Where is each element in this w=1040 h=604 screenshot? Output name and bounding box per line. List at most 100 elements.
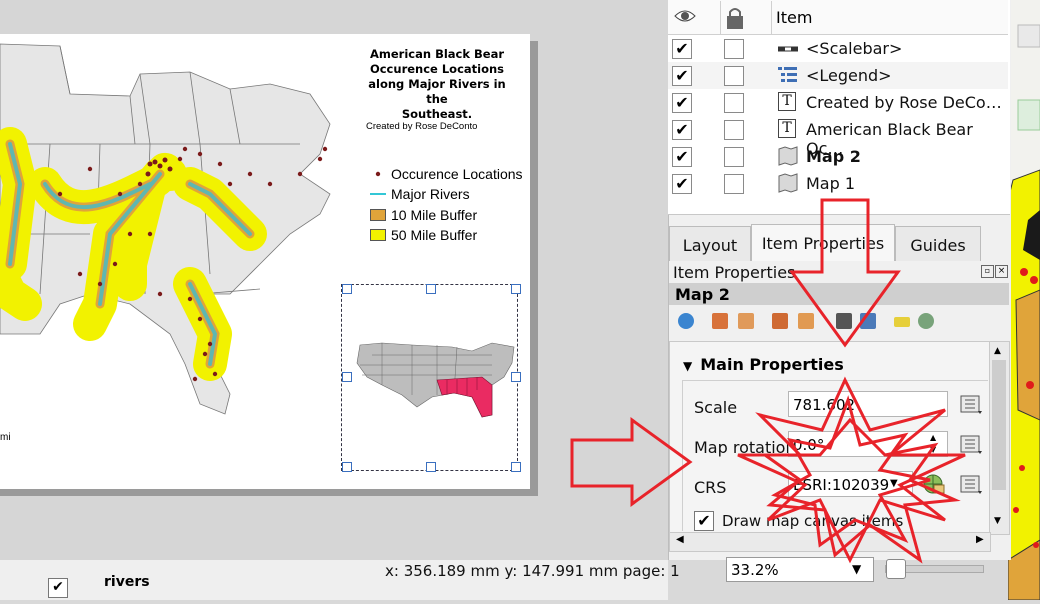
inset-map-frame[interactable]	[341, 284, 518, 471]
visibility-checkbox[interactable]: ✔	[672, 39, 692, 59]
map-title[interactable]: American Black Bear Occurence Locations …	[356, 47, 518, 122]
data-defined-override-icon[interactable]	[958, 431, 984, 457]
item-row-map-2[interactable]: ✔ Map 2	[668, 143, 1008, 170]
layer-label: rivers	[104, 574, 150, 590]
lock-checkbox[interactable]	[724, 120, 744, 140]
set-scale-icon[interactable]	[772, 313, 788, 329]
main-map-frame	[0, 34, 355, 454]
resize-handle[interactable]	[342, 462, 352, 472]
horizontal-scrollbar[interactable]: ◀ ▶	[669, 532, 991, 552]
spinner-arrows-icon[interactable]: ▲ ▼	[930, 432, 936, 456]
vertical-scrollbar[interactable]: ▲ ▼	[989, 341, 1010, 535]
text-icon: T	[778, 119, 796, 138]
scalebar-unit: mi	[0, 432, 11, 443]
legend-item-rivers: Major Rivers	[370, 184, 470, 204]
refresh-icon[interactable]	[678, 313, 694, 329]
us-inset-map	[356, 342, 515, 418]
chevron-down-icon[interactable]: ▼	[890, 478, 898, 489]
main-properties-header[interactable]: ▼ Main Properties	[683, 355, 844, 374]
legend-item-10mile: 10 Mile Buffer	[370, 205, 477, 225]
lock-checkbox[interactable]	[724, 174, 744, 194]
title-line-4: Southeast.	[401, 107, 473, 121]
chevron-down-icon[interactable]: ▼	[852, 562, 861, 576]
legend-item-occurrence: Occurence Locations	[370, 164, 523, 184]
legend-item-50mile: 50 Mile Buffer	[370, 225, 477, 245]
resize-handle[interactable]	[426, 284, 436, 294]
scale-input[interactable]: 781.602	[788, 391, 948, 417]
title-line-3: along Major Rivers in the	[368, 77, 506, 106]
legend-label: Occurence Locations	[391, 166, 523, 182]
item-row-scalebar[interactable]: ✔ <Scalebar>	[668, 35, 1008, 62]
resize-handle[interactable]	[511, 284, 521, 294]
scalebar-icon	[777, 41, 799, 60]
item-label: <Legend>	[806, 66, 892, 85]
visibility-checkbox[interactable]: ✔	[672, 66, 692, 86]
section-title: Main Properties	[700, 355, 844, 374]
legend-label: 50 Mile Buffer	[391, 227, 478, 243]
view-scale-icon[interactable]	[798, 313, 814, 329]
legend-icon	[778, 65, 798, 89]
item-label: Map 1	[806, 174, 856, 193]
text-icon: T	[778, 92, 796, 111]
title-line-1: American Black Bear	[370, 47, 504, 61]
data-defined-override-icon[interactable]	[958, 391, 984, 417]
legend-label: 10 Mile Buffer	[391, 207, 478, 223]
visibility-checkbox[interactable]: ✔	[672, 93, 692, 113]
bookmark-icon[interactable]	[836, 313, 852, 329]
item-row-title-text[interactable]: ✔ T American Black Bear Oc…	[668, 116, 1008, 158]
item-label: Created by Rose DeCo…	[806, 93, 1002, 112]
item-row-credit-text[interactable]: ✔ T Created by Rose DeCo…	[668, 89, 1008, 116]
resize-handle[interactable]	[426, 462, 436, 472]
close-icon[interactable]: ×	[995, 265, 1008, 278]
line-icon	[370, 188, 386, 200]
resize-handle[interactable]	[342, 284, 352, 294]
legend-label: Major Rivers	[391, 186, 470, 202]
move-content-icon[interactable]	[860, 313, 876, 329]
map-icon	[778, 146, 798, 170]
visibility-checkbox[interactable]: ✔	[672, 174, 692, 194]
collapse-arrow-icon[interactable]: ▼	[683, 359, 692, 373]
visibility-checkbox[interactable]: ✔	[672, 120, 692, 140]
lock-checkbox[interactable]	[724, 147, 744, 167]
zoom-slider-handle[interactable]	[886, 559, 906, 579]
tab-guides[interactable]: Guides	[895, 226, 981, 261]
lock-icon[interactable]	[726, 6, 744, 34]
title-line-2: Occurence Locations	[369, 62, 505, 76]
item-label: <Scalebar>	[806, 39, 903, 58]
scale-label: Scale	[694, 398, 738, 417]
view-extent-icon[interactable]	[738, 313, 754, 329]
data-defined-override-icon[interactable]	[958, 471, 984, 497]
map-rotation-label: Map rotation	[694, 438, 796, 457]
selected-item-name: Map 2	[675, 285, 730, 304]
visibility-checkbox[interactable]: ✔	[672, 147, 692, 167]
crs-label: CRS	[694, 478, 727, 497]
item-properties-title: Item Properties	[673, 263, 796, 282]
items-header: Item	[668, 0, 1008, 35]
lock-checkbox[interactable]	[724, 39, 744, 59]
tab-layout[interactable]: Layout	[669, 226, 751, 261]
draw-canvas-items-checkbox[interactable]: ✔	[694, 511, 714, 531]
resize-handle[interactable]	[511, 372, 521, 382]
map-rotation-spinbox[interactable]: 0.0°	[788, 431, 948, 457]
main-map-canvas-peek[interactable]	[1007, 0, 1040, 601]
lock-checkbox[interactable]	[724, 93, 744, 113]
label-icon[interactable]	[894, 317, 910, 327]
draw-canvas-items-label: Draw map canvas items	[722, 512, 904, 530]
map-credit[interactable]: Created by Rose DeConto	[366, 121, 477, 132]
item-label: Map 2	[806, 147, 861, 166]
item-row-legend[interactable]: ✔ <Legend>	[668, 62, 1008, 89]
cursor-coordinates: x: 356.189 mm y: 147.991 mm page: 1	[385, 562, 680, 580]
item-row-map-1[interactable]: ✔ Map 1	[668, 170, 1008, 197]
eye-icon[interactable]	[674, 6, 696, 30]
box-icon	[370, 209, 386, 221]
crs-selector-globe-icon[interactable]	[920, 471, 946, 497]
checkbox[interactable]: ✔	[48, 578, 68, 598]
tab-item-properties[interactable]: Item Properties	[751, 224, 895, 261]
lock-checkbox[interactable]	[724, 66, 744, 86]
settings-icon[interactable]	[918, 313, 934, 329]
resize-handle[interactable]	[342, 372, 352, 382]
float-icon[interactable]: ▫	[981, 265, 994, 278]
item-column-header[interactable]: Item	[776, 8, 812, 27]
resize-handle[interactable]	[511, 462, 521, 472]
set-extent-icon[interactable]	[712, 313, 728, 329]
